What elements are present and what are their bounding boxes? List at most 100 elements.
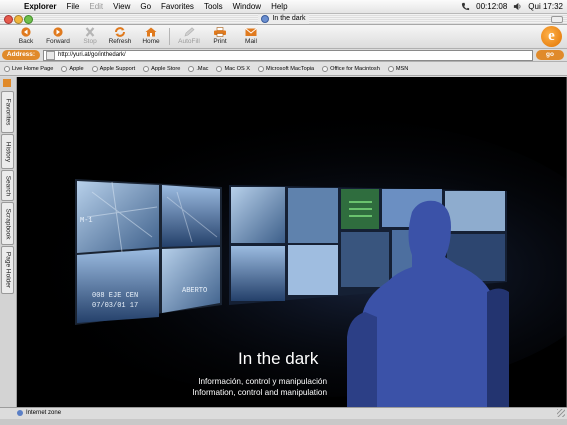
explorer-side-tabs: Favorites History Search Scrapbook Page …	[0, 77, 17, 416]
favorite-msn[interactable]: MSN	[387, 65, 408, 72]
menu-view[interactable]: View	[113, 2, 130, 11]
tab-page-holder[interactable]: Page Holder	[1, 246, 14, 294]
favorite-dot-mac[interactable]: .Mac	[188, 65, 209, 72]
stop-button[interactable]: Stop	[73, 26, 107, 45]
monitor-caption-right: ABERTO	[182, 287, 207, 295]
tab-search-label: Search	[4, 175, 11, 196]
minimize-window-button[interactable]	[14, 15, 23, 24]
page-heading: In the dark	[238, 349, 319, 368]
menu-go[interactable]: Go	[140, 2, 151, 11]
favorite-label: Apple Store	[151, 65, 181, 72]
menu-help[interactable]: Help	[271, 2, 287, 11]
favorite-apple-store[interactable]: Apple Store	[143, 65, 181, 72]
tab-page-holder-label: Page Holder	[4, 251, 11, 289]
forward-arrow-icon	[51, 27, 65, 37]
favorite-page-icon	[61, 65, 68, 72]
monitor-caption-street: 008 EJE CEN	[92, 292, 138, 300]
page-content[interactable]: M-1 008 EJE CEN 07/03/01 17 ABERTO In th…	[17, 77, 567, 407]
favorite-office-for-macintosh[interactable]: Office for Macintosh	[322, 65, 380, 72]
menu-file[interactable]: File	[66, 2, 79, 11]
print-button[interactable]: Print	[203, 26, 237, 45]
tab-favorites[interactable]: Favorites	[1, 91, 14, 133]
speaker-icon[interactable]	[513, 2, 522, 11]
autofill-button[interactable]: AutoFill	[172, 26, 206, 45]
stop-x-icon	[83, 27, 97, 37]
subtitle-spanish: Información, control y manipulación	[198, 377, 327, 386]
forward-label: Forward	[46, 38, 70, 45]
page-globe-icon	[261, 15, 270, 23]
favorite-page-icon	[257, 65, 264, 72]
favorite-page-icon	[387, 65, 394, 72]
toolbar-separator	[169, 28, 170, 45]
forward-button[interactable]: Forward	[41, 26, 75, 45]
printer-icon	[213, 27, 227, 37]
back-arrow-icon	[19, 27, 33, 37]
window-title-text: In the dark	[272, 15, 306, 22]
favorite-label: Microsoft MacTopia	[265, 65, 315, 72]
favorite-apple-support[interactable]: Apple Support	[91, 65, 136, 72]
mail-button[interactable]: Mail	[234, 26, 268, 45]
refresh-icon	[113, 27, 127, 37]
explorer-bar-toggle-icon[interactable]	[3, 79, 11, 87]
favorite-mac-os-x[interactable]: Mac OS X	[216, 65, 250, 72]
favorites-bar: Live Home Page Apple Apple Support Apple…	[0, 62, 567, 76]
back-button[interactable]: Back	[9, 26, 43, 45]
phone-icon[interactable]	[461, 2, 470, 11]
favorite-page-icon	[4, 65, 10, 72]
page-proxy-icon[interactable]	[46, 51, 55, 60]
favorite-label: Mac OS X	[224, 65, 250, 72]
monitor-caption-top-left: M-1	[80, 217, 93, 225]
explorer-e-logo-icon[interactable]: e	[541, 26, 562, 47]
tab-history[interactable]: History	[1, 134, 14, 169]
favorite-page-icon	[216, 65, 223, 72]
favorite-page-icon	[91, 65, 98, 72]
address-url: http://yuri.at/go/inthedark/	[58, 52, 126, 58]
go-button[interactable]: go	[536, 50, 564, 60]
back-label: Back	[18, 38, 34, 45]
favorite-label: .Mac	[196, 65, 209, 72]
address-label: Address:	[2, 50, 40, 60]
status-bar: Internet zone	[0, 407, 567, 419]
internet-zone-globe-icon	[17, 410, 23, 416]
zoom-window-button[interactable]	[24, 15, 33, 24]
monitor-caption-date: 07/03/01 17	[92, 302, 138, 310]
mail-label: Mail	[245, 38, 257, 45]
autofill-pencil-icon	[182, 27, 196, 37]
menubar-clock-primary: 00:12:08	[476, 2, 508, 11]
tab-scrapbook[interactable]: Scrapbook	[1, 202, 14, 245]
stop-label: Stop	[83, 38, 97, 45]
menu-window[interactable]: Window	[233, 2, 261, 11]
refresh-button[interactable]: Refresh	[103, 26, 137, 45]
browser-toolbar: Back Forward Stop Refresh Home AutoFill	[0, 25, 567, 49]
address-bar: Address: http://yuri.at/go/inthedark/ go	[0, 49, 567, 62]
menubar-clock-secondary[interactable]: Qui 17:32	[528, 2, 563, 11]
window-titlebar[interactable]: In the dark	[0, 14, 567, 25]
favorite-label: Apple Support	[99, 65, 136, 72]
favorite-microsoft-mactopia[interactable]: Microsoft MacTopia	[257, 65, 315, 72]
close-window-button[interactable]	[4, 15, 13, 24]
address-input[interactable]: http://yuri.at/go/inthedark/	[43, 50, 533, 61]
menu-edit[interactable]: Edit	[89, 2, 103, 11]
favorite-live-home-page[interactable]: Live Home Page	[4, 65, 53, 72]
menubar: Explorer File Edit View Go Favorites Too…	[0, 0, 567, 14]
favorite-page-icon	[143, 65, 150, 72]
favorite-apple[interactable]: Apple	[61, 65, 84, 72]
menu-tools[interactable]: Tools	[204, 2, 223, 11]
window-bottom-edge	[0, 419, 567, 425]
menu-explorer[interactable]: Explorer	[24, 2, 56, 11]
resize-grip-icon[interactable]	[557, 409, 565, 417]
favorite-label: Apple	[69, 65, 84, 72]
status-zone-text: Internet zone	[26, 410, 62, 416]
favorite-page-icon	[322, 65, 329, 72]
home-icon	[144, 27, 158, 37]
tab-scrapbook-label: Scrapbook	[4, 207, 11, 240]
subtitle-english: Information, control and manipulation	[192, 388, 327, 397]
tab-history-label: History	[4, 141, 11, 162]
toolbar-toggle-button[interactable]	[551, 16, 563, 23]
menu-favorites[interactable]: Favorites	[161, 2, 194, 11]
home-button[interactable]: Home	[134, 26, 168, 45]
tab-favorites-label: Favorites	[4, 98, 11, 126]
tab-search[interactable]: Search	[1, 170, 14, 201]
print-label: Print	[213, 38, 227, 45]
window-title: In the dark	[258, 14, 309, 24]
